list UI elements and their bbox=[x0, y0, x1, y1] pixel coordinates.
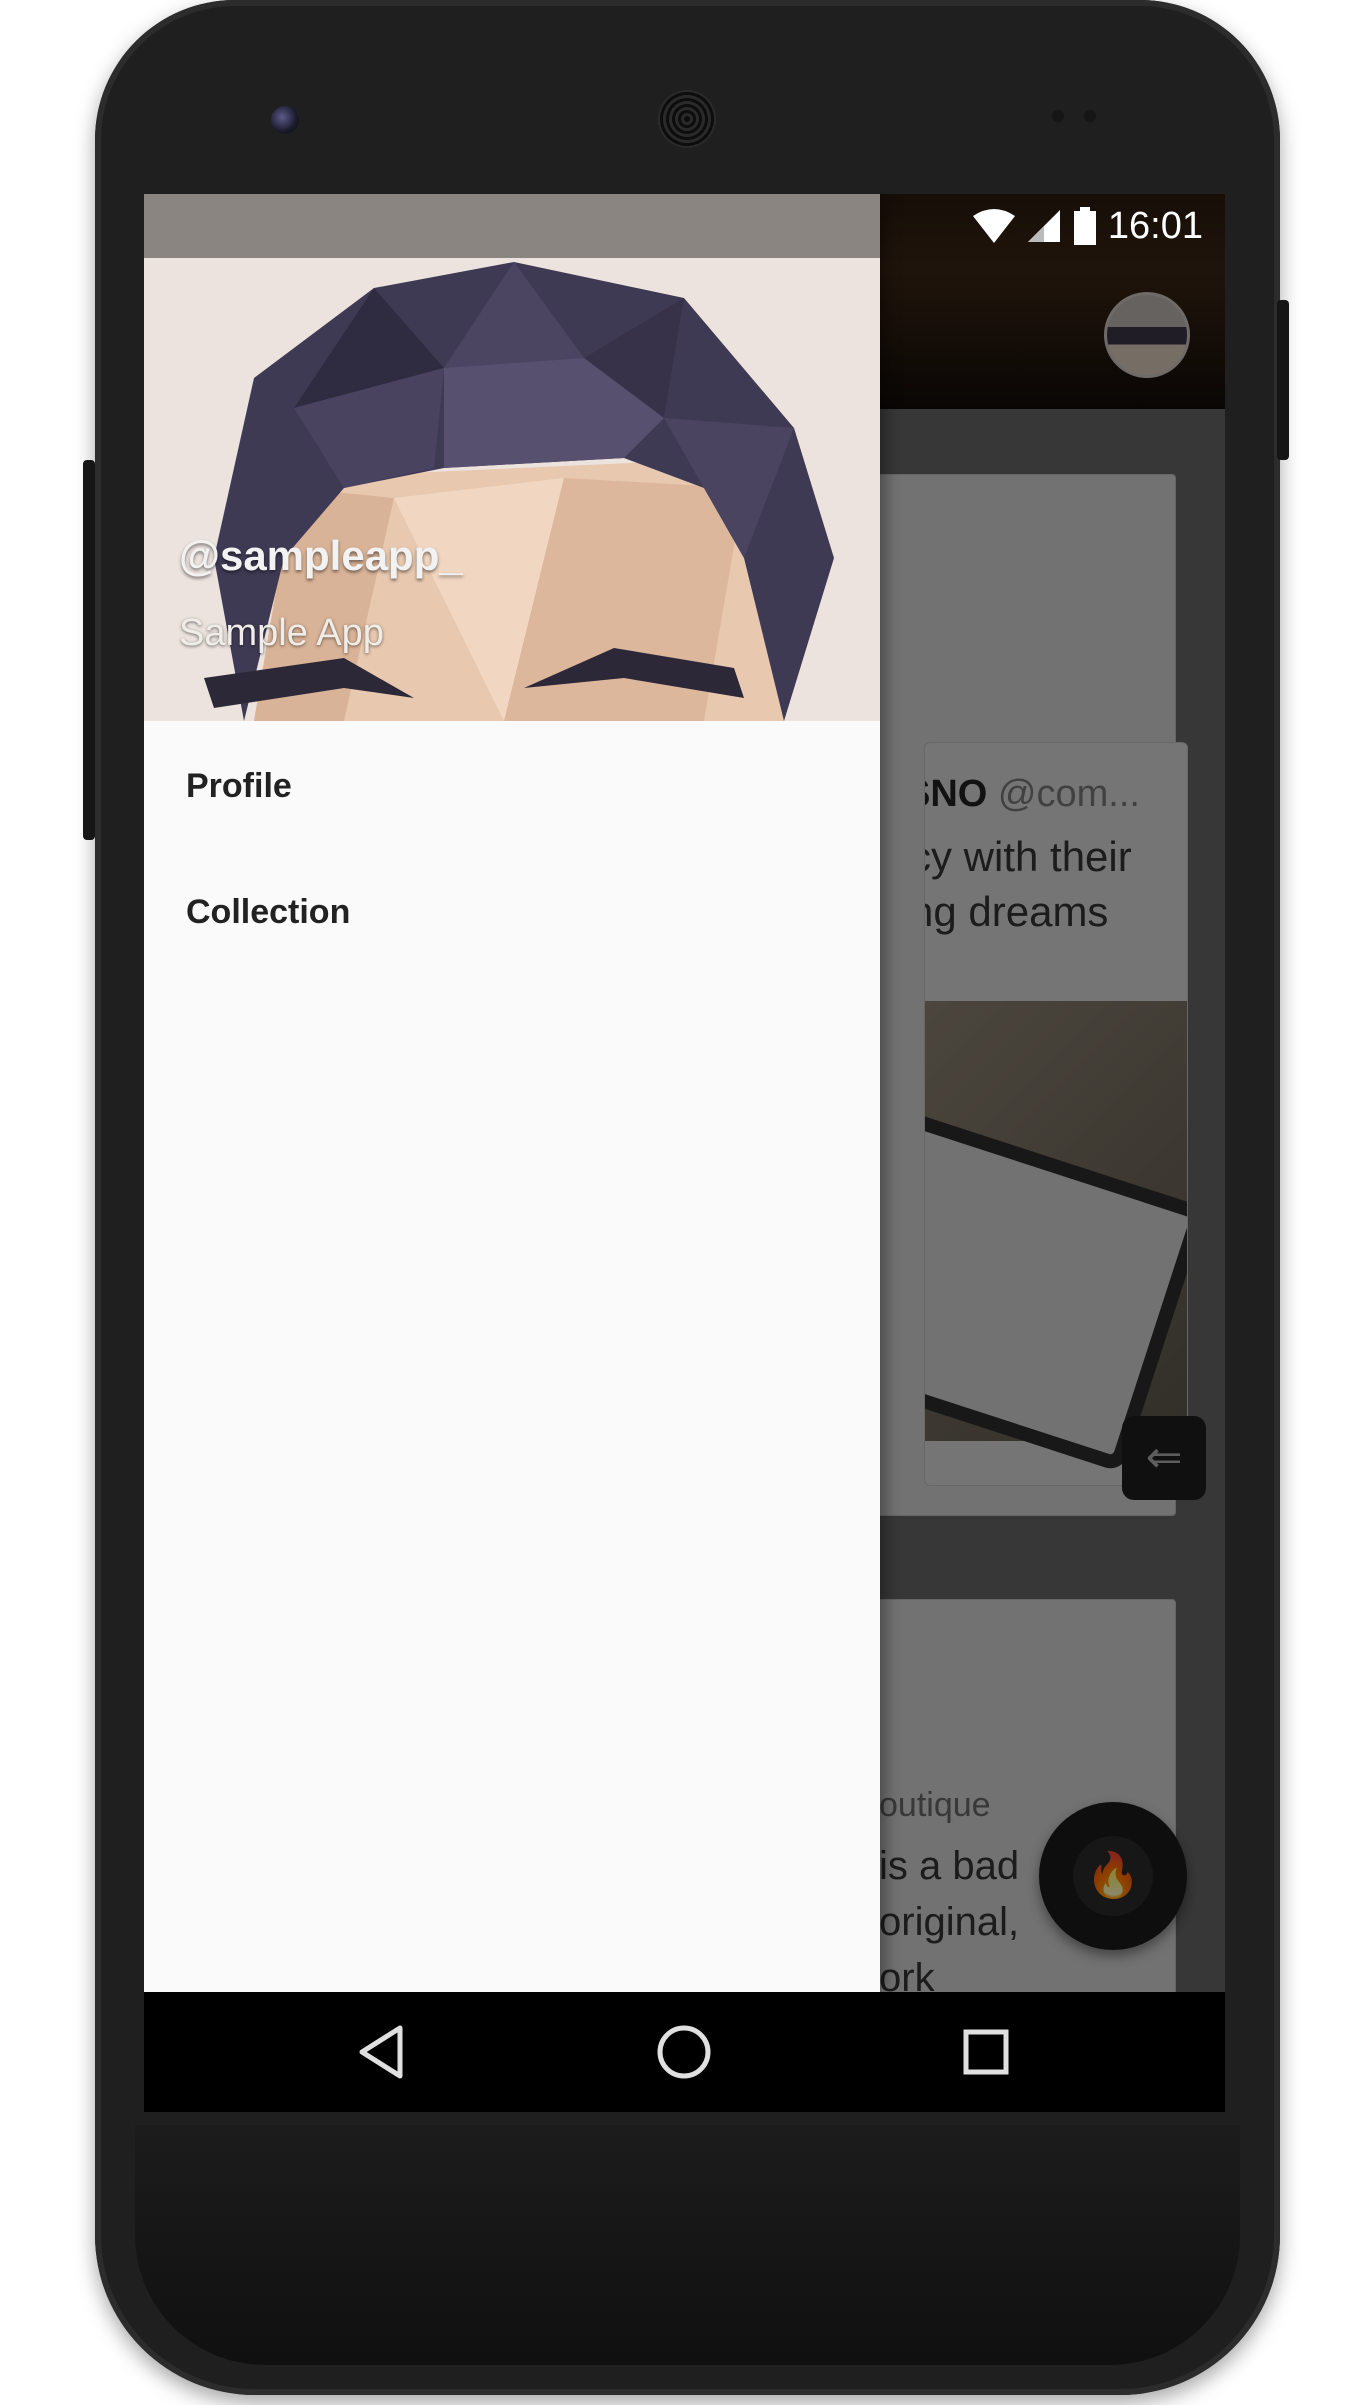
drawer-username: @sampleapp_ bbox=[179, 532, 463, 579]
drawer-item-profile[interactable]: Profile bbox=[186, 756, 292, 816]
home-icon[interactable] bbox=[654, 2022, 714, 2082]
drawer-header: @sampleapp_ Sample App bbox=[144, 194, 880, 721]
back-icon[interactable] bbox=[354, 2022, 414, 2082]
wifi-icon bbox=[972, 209, 1015, 243]
cell-signal-icon bbox=[1027, 210, 1060, 242]
navigation-drawer: @sampleapp_ Sample App Profile Collectio… bbox=[144, 194, 880, 1992]
status-time: 16:01 bbox=[1107, 204, 1203, 247]
volume-button bbox=[83, 460, 95, 840]
power-button bbox=[1277, 300, 1289, 460]
drawer-display-name: Sample App bbox=[179, 612, 384, 654]
system-nav-bar bbox=[144, 1992, 1225, 2112]
earpiece-speaker bbox=[658, 90, 716, 148]
screen: SNO @com... cy with their ng dreams ⇐ ou… bbox=[144, 194, 1225, 2112]
recents-icon[interactable] bbox=[956, 2022, 1016, 2082]
drawer-statusbar-scrim bbox=[144, 194, 880, 258]
front-camera bbox=[271, 106, 299, 134]
drawer-item-collection[interactable]: Collection bbox=[186, 882, 350, 942]
proximity-sensors bbox=[1052, 110, 1108, 122]
battery-icon bbox=[1073, 207, 1096, 245]
